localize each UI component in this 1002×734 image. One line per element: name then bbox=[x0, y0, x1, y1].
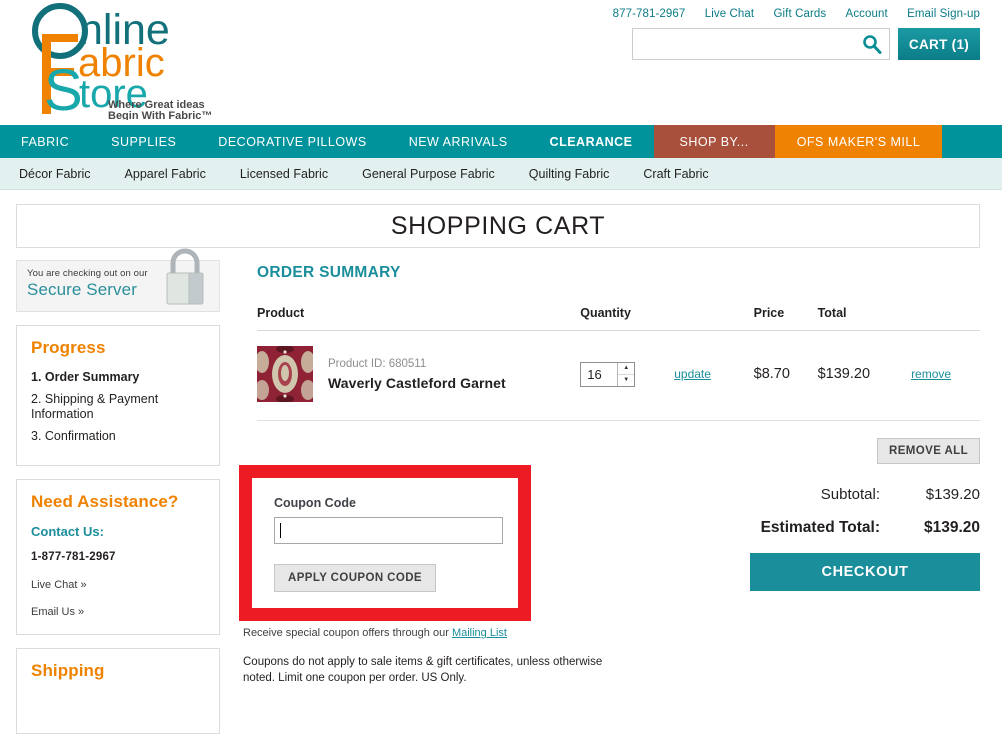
shipping-panel: Shipping bbox=[16, 648, 220, 734]
util-link-live-chat[interactable]: Live Chat bbox=[705, 8, 754, 20]
sidebar-email-us-link[interactable]: Email Us » bbox=[31, 606, 205, 618]
column-header-product: Product bbox=[257, 306, 581, 331]
nav-item-fabric[interactable]: FABRIC bbox=[0, 125, 90, 158]
cart-table: Product Quantity Price Total Product ID:… bbox=[257, 306, 980, 421]
util-link-phone[interactable]: 877-781-2967 bbox=[613, 8, 686, 20]
cell-price: $8.70 bbox=[753, 330, 818, 421]
coupon-section: Coupon Code APPLY COUPON CODE Receive sp… bbox=[239, 465, 602, 686]
subnav-item-apparel-fabric[interactable]: Apparel Fabric bbox=[125, 167, 206, 181]
search-input[interactable] bbox=[637, 30, 852, 58]
util-link-gift-cards[interactable]: Gift Cards bbox=[773, 8, 826, 20]
search-box[interactable] bbox=[632, 28, 890, 60]
assistance-title: Need Assistance? bbox=[31, 492, 179, 511]
quantity-stepper[interactable]: 16 ▲ ▼ bbox=[580, 361, 636, 387]
coupon-highlight-box: Coupon Code APPLY COUPON CODE bbox=[239, 465, 531, 621]
product-thumbnail[interactable] bbox=[257, 346, 313, 402]
sub-navigation: Décor Fabric Apparel Fabric Licensed Fab… bbox=[0, 158, 1002, 190]
cart-button[interactable]: CART (1) bbox=[898, 28, 980, 60]
progress-step-shipping-payment[interactable]: 2. Shipping & Payment Information bbox=[31, 392, 205, 422]
remove-all-row: REMOVE ALL bbox=[257, 438, 980, 464]
progress-step-confirmation[interactable]: 3. Confirmation bbox=[31, 429, 205, 444]
main-navigation: FABRIC SUPPLIES DECORATIVE PILLOWS NEW A… bbox=[0, 125, 1002, 158]
shipping-title: Shipping bbox=[31, 661, 105, 680]
cell-product: Product ID: 680511 Waverly Castleford Ga… bbox=[257, 330, 581, 421]
remove-item-link[interactable]: remove bbox=[911, 367, 951, 381]
search-icon[interactable] bbox=[861, 33, 883, 55]
subnav-item-decor-fabric[interactable]: Décor Fabric bbox=[19, 167, 91, 181]
util-link-email-signup[interactable]: Email Sign-up bbox=[907, 8, 980, 20]
cell-quantity: 16 ▲ ▼ update bbox=[580, 330, 754, 421]
subnav-item-quilting-fabric[interactable]: Quilting Fabric bbox=[529, 167, 610, 181]
update-quantity-link[interactable]: update bbox=[674, 367, 711, 381]
coupon-fine-print: Coupons do not apply to sale items & gif… bbox=[243, 656, 603, 684]
cell-remove: remove bbox=[911, 330, 980, 421]
utility-links: 877-781-2967 Live Chat Gift Cards Accoun… bbox=[613, 8, 980, 20]
subnav-item-licensed-fabric[interactable]: Licensed Fabric bbox=[240, 167, 328, 181]
subnav-item-craft-fabric[interactable]: Craft Fabric bbox=[643, 167, 708, 181]
table-row: Product ID: 680511 Waverly Castleford Ga… bbox=[257, 330, 980, 421]
page-title-container: SHOPPING CART bbox=[16, 204, 980, 248]
remove-all-button[interactable]: REMOVE ALL bbox=[877, 438, 980, 464]
main-column: ORDER SUMMARY Product Quantity Price Tot… bbox=[239, 260, 980, 734]
subtotal-value: $139.20 bbox=[925, 486, 980, 503]
estimated-total-value: $139.20 bbox=[923, 519, 980, 536]
page-content: You are checking out on our Secure Serve… bbox=[0, 248, 1002, 734]
util-link-account[interactable]: Account bbox=[846, 8, 888, 20]
column-header-quantity: Quantity bbox=[580, 306, 754, 331]
search-area: CART (1) bbox=[632, 28, 980, 60]
page-title: SHOPPING CART bbox=[390, 211, 606, 240]
nav-item-new-arrivals[interactable]: NEW ARRIVALS bbox=[388, 125, 529, 158]
quantity-decrement-icon[interactable]: ▼ bbox=[618, 375, 634, 386]
quantity-increment-icon[interactable]: ▲ bbox=[618, 363, 635, 375]
secure-server-badge: You are checking out on our Secure Serve… bbox=[16, 248, 220, 312]
quantity-value: 16 bbox=[587, 366, 602, 382]
product-id: Product ID: 680511 bbox=[328, 357, 427, 370]
product-name[interactable]: Waverly Castleford Garnet bbox=[328, 375, 506, 391]
checkout-button[interactable]: CHECKOUT bbox=[750, 553, 980, 591]
svg-text:S: S bbox=[44, 58, 83, 120]
apply-coupon-button[interactable]: APPLY COUPON CODE bbox=[274, 564, 436, 592]
subnav-item-general-purpose-fabric[interactable]: General Purpose Fabric bbox=[362, 167, 495, 181]
padlock-icon bbox=[159, 244, 211, 310]
text-cursor bbox=[280, 523, 281, 538]
column-header-price: Price bbox=[753, 306, 818, 331]
nav-item-decorative-pillows[interactable]: DECORATIVE PILLOWS bbox=[197, 125, 387, 158]
logo-tagline-2: Begin With Fabric™ bbox=[108, 110, 212, 120]
mailing-list-link[interactable]: Mailing List bbox=[452, 627, 507, 639]
progress-title: Progress bbox=[31, 338, 106, 357]
nav-item-shop-by[interactable]: SHOP BY... bbox=[653, 125, 775, 158]
contact-us-label: Contact Us: bbox=[31, 524, 104, 539]
nav-item-supplies[interactable]: SUPPLIES bbox=[90, 125, 197, 158]
sidebar: You are checking out on our Secure Serve… bbox=[16, 248, 220, 734]
site-header: nline abric S tore Where Great ideas Beg… bbox=[0, 0, 1002, 125]
cart-table-header-row: Product Quantity Price Total bbox=[257, 306, 980, 331]
coupon-note-prefix: Receive special coupon offers through ou… bbox=[243, 627, 452, 639]
coupon-code-input[interactable] bbox=[274, 517, 503, 544]
cell-total: $139.20 bbox=[817, 330, 912, 421]
assistance-panel: Need Assistance? Contact Us: 1-877-781-2… bbox=[16, 479, 220, 635]
progress-panel: Progress 1. Order Summary 2. Shipping & … bbox=[16, 325, 220, 466]
coupon-mailing-note: Receive special coupon offers through ou… bbox=[239, 626, 531, 641]
coupon-code-label: Coupon Code bbox=[274, 496, 356, 510]
column-header-remove bbox=[911, 306, 980, 331]
quantity-spinner[interactable]: ▲ ▼ bbox=[617, 362, 635, 386]
contact-phone: 1-877-781-2967 bbox=[31, 551, 116, 563]
nav-item-ofs-makers-mill[interactable]: OFS MAKER'S MILL bbox=[774, 125, 943, 158]
sidebar-live-chat-link[interactable]: Live Chat » bbox=[31, 579, 205, 591]
column-header-total: Total bbox=[817, 306, 912, 331]
site-logo[interactable]: nline abric S tore Where Great ideas Beg… bbox=[16, 2, 216, 120]
order-summary-title: ORDER SUMMARY bbox=[257, 264, 401, 281]
nav-item-clearance[interactable]: CLEARANCE bbox=[529, 125, 654, 158]
subtotal-label: Subtotal: bbox=[820, 486, 880, 503]
progress-step-order-summary[interactable]: 1. Order Summary bbox=[31, 370, 205, 385]
estimated-total-label: Estimated Total: bbox=[760, 519, 880, 536]
